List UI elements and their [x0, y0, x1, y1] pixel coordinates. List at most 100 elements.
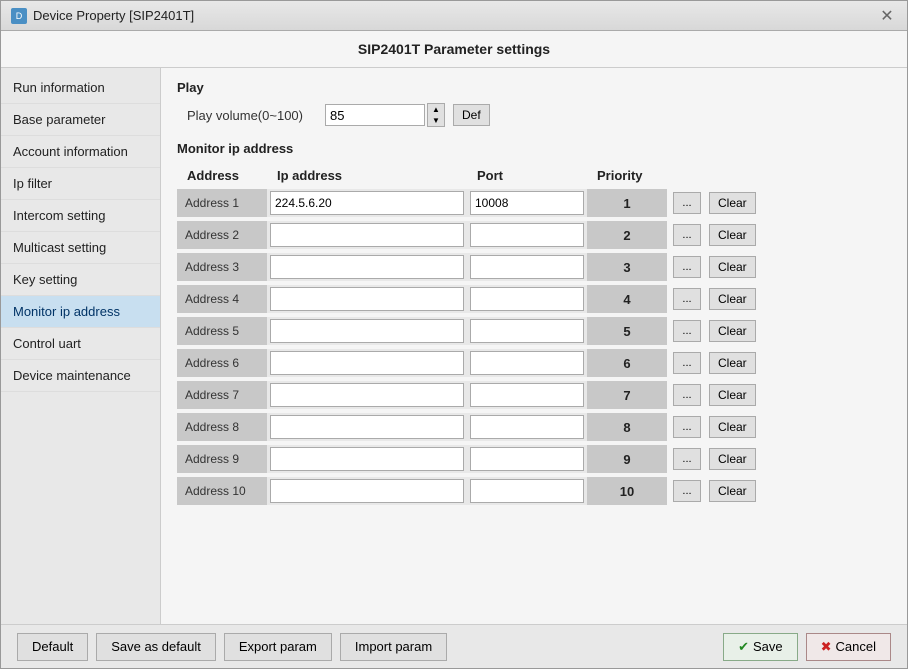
addr-ip-input-8[interactable]	[270, 415, 464, 439]
addr-port-cell-7	[467, 381, 587, 409]
addr-browse-cell-1: ...	[667, 189, 707, 217]
clear-button-7[interactable]: Clear	[709, 384, 756, 406]
col-address: Address	[187, 168, 277, 183]
play-row: Play volume(0~100) ▲ ▼ Def	[187, 103, 891, 127]
export-param-button[interactable]: Export param	[224, 633, 332, 661]
addr-priority-6: 6	[587, 349, 667, 377]
x-icon: ✖	[821, 639, 832, 654]
addr-browse-cell-6: ...	[667, 349, 707, 377]
clear-button-10[interactable]: Clear	[709, 480, 756, 502]
addr-port-input-8[interactable]	[470, 415, 584, 439]
sidebar-item-intercom-setting[interactable]: Intercom setting	[1, 200, 160, 232]
browse-button-9[interactable]: ...	[673, 448, 701, 470]
sidebar-item-control-uart[interactable]: Control uart	[1, 328, 160, 360]
sidebar-item-run-information[interactable]: Run information	[1, 72, 160, 104]
addr-ip-cell-4	[267, 285, 467, 313]
addr-ip-input-7[interactable]	[270, 383, 464, 407]
addr-port-input-5[interactable]	[470, 319, 584, 343]
addr-port-cell-4	[467, 285, 587, 313]
spinner-up-button[interactable]: ▲	[428, 104, 444, 115]
clear-button-2[interactable]: Clear	[709, 224, 756, 246]
addr-ip-cell-1	[267, 189, 467, 217]
sidebar-item-account-information[interactable]: Account information	[1, 136, 160, 168]
addr-ip-input-6[interactable]	[270, 351, 464, 375]
addr-ip-input-3[interactable]	[270, 255, 464, 279]
volume-input[interactable]	[325, 104, 425, 126]
addr-ip-input-9[interactable]	[270, 447, 464, 471]
browse-button-8[interactable]: ...	[673, 416, 701, 438]
def-button[interactable]: Def	[453, 104, 490, 126]
addr-ip-cell-3	[267, 253, 467, 281]
addr-clear-cell-10: Clear	[707, 477, 767, 505]
clear-button-9[interactable]: Clear	[709, 448, 756, 470]
import-param-button[interactable]: Import param	[340, 633, 447, 661]
addr-clear-cell-9: Clear	[707, 445, 767, 473]
addr-ip-cell-8	[267, 413, 467, 441]
clear-button-4[interactable]: Clear	[709, 288, 756, 310]
addr-label-1: Address 1	[177, 189, 267, 217]
browse-button-10[interactable]: ...	[673, 480, 701, 502]
addr-browse-cell-10: ...	[667, 477, 707, 505]
addr-browse-cell-7: ...	[667, 381, 707, 409]
sidebar-item-ip-filter[interactable]: Ip filter	[1, 168, 160, 200]
clear-button-8[interactable]: Clear	[709, 416, 756, 438]
addr-priority-5: 5	[587, 317, 667, 345]
addr-label-5: Address 5	[177, 317, 267, 345]
spinner-down-button[interactable]: ▼	[428, 115, 444, 126]
addr-browse-cell-4: ...	[667, 285, 707, 313]
save-button[interactable]: ✔Save	[723, 633, 798, 661]
browse-button-5[interactable]: ...	[673, 320, 701, 342]
addr-port-input-10[interactable]	[470, 479, 584, 503]
addr-port-input-2[interactable]	[470, 223, 584, 247]
addr-clear-cell-5: Clear	[707, 317, 767, 345]
clear-button-1[interactable]: Clear	[709, 192, 756, 214]
clear-button-3[interactable]: Clear	[709, 256, 756, 278]
browse-button-4[interactable]: ...	[673, 288, 701, 310]
sidebar-item-key-setting[interactable]: Key setting	[1, 264, 160, 296]
col-port: Port	[477, 168, 597, 183]
addr-ip-input-4[interactable]	[270, 287, 464, 311]
sidebar-item-device-maintenance[interactable]: Device maintenance	[1, 360, 160, 392]
clear-button-5[interactable]: Clear	[709, 320, 756, 342]
addr-ip-input-2[interactable]	[270, 223, 464, 247]
addr-port-input-4[interactable]	[470, 287, 584, 311]
addr-priority-1: 1	[587, 189, 667, 217]
addr-port-input-1[interactable]	[470, 191, 584, 215]
close-button[interactable]: ✕	[877, 6, 897, 26]
sidebar: Run information Base parameter Account i…	[1, 68, 161, 624]
addr-port-cell-10	[467, 477, 587, 505]
addr-label-2: Address 2	[177, 221, 267, 249]
browse-button-6[interactable]: ...	[673, 352, 701, 374]
browse-button-3[interactable]: ...	[673, 256, 701, 278]
browse-button-7[interactable]: ...	[673, 384, 701, 406]
window-icon: D	[11, 8, 27, 24]
addr-label-8: Address 8	[177, 413, 267, 441]
addr-browse-cell-9: ...	[667, 445, 707, 473]
addr-clear-cell-1: Clear	[707, 189, 767, 217]
default-button[interactable]: Default	[17, 633, 88, 661]
addr-clear-cell-4: Clear	[707, 285, 767, 313]
clear-button-6[interactable]: Clear	[709, 352, 756, 374]
sidebar-item-multicast-setting[interactable]: Multicast setting	[1, 232, 160, 264]
addr-priority-4: 4	[587, 285, 667, 313]
cancel-button[interactable]: ✖Cancel	[806, 633, 891, 661]
addr-ip-input-1[interactable]	[270, 191, 464, 215]
addr-port-input-7[interactable]	[470, 383, 584, 407]
addr-port-input-6[interactable]	[470, 351, 584, 375]
addr-label-3: Address 3	[177, 253, 267, 281]
spinner-buttons: ▲ ▼	[427, 103, 445, 127]
addr-port-input-9[interactable]	[470, 447, 584, 471]
sidebar-item-base-parameter[interactable]: Base parameter	[1, 104, 160, 136]
browse-button-2[interactable]: ...	[673, 224, 701, 246]
save-as-default-button[interactable]: Save as default	[96, 633, 216, 661]
address-row: Address 3 3 ... Clear	[177, 253, 891, 281]
addr-port-input-3[interactable]	[470, 255, 584, 279]
col-priority: Priority	[597, 168, 677, 183]
sidebar-item-monitor-ip-address[interactable]: Monitor ip address	[1, 296, 160, 328]
addr-ip-input-10[interactable]	[270, 479, 464, 503]
check-icon: ✔	[738, 639, 749, 654]
browse-button-1[interactable]: ...	[673, 192, 701, 214]
dialog-title: SIP2401T Parameter settings	[1, 31, 907, 68]
addr-browse-cell-5: ...	[667, 317, 707, 345]
addr-ip-input-5[interactable]	[270, 319, 464, 343]
